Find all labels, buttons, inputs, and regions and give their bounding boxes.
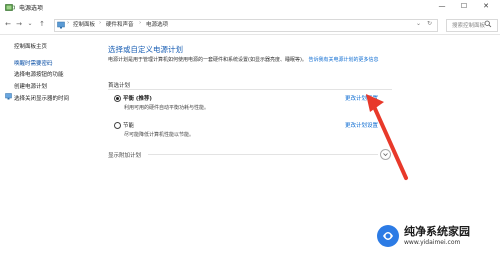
refresh-icon[interactable]: ↻	[427, 20, 432, 27]
description-text: 电源计划是用于管理计算机如何使用电源的一套硬件和系统设置(如显示器亮度、睡眠等)…	[108, 57, 307, 63]
watermark-title: 纯净系统家园	[404, 225, 470, 238]
breadcrumb-hardware-sound[interactable]: 硬件和声音	[106, 20, 134, 28]
close-button[interactable]: ✕	[478, 2, 494, 10]
power-saver-plan-radio[interactable]	[114, 122, 121, 129]
search-icon	[484, 20, 492, 28]
breadcrumb-control-panel[interactable]: 控制面板	[73, 20, 95, 28]
sidebar-item-display-off[interactable]: 选择关闭显示器的时间	[14, 94, 69, 102]
power-plan-info-link[interactable]: 告诉我有关电源计划的更多信息	[309, 57, 379, 63]
preferred-plans-label: 首选计划	[108, 83, 131, 89]
balanced-plan-description: 利用可用的硬件自动平衡功耗与性能。	[124, 105, 210, 111]
balanced-plan-radio[interactable]	[114, 95, 121, 102]
balanced-plan-name: 平衡 (推荐)	[123, 96, 152, 102]
power-saver-plan-description: 尽可能降低计算机性能以节能。	[124, 132, 195, 138]
page-title: 选择或自定义电源计划	[108, 45, 183, 54]
recent-locations-button[interactable]: ⌄	[25, 20, 35, 27]
sidebar-item-create-plan[interactable]: 创建电源计划	[14, 82, 47, 90]
watermark: 纯净系统家园 www.yidaimei.com	[376, 220, 500, 257]
forward-button[interactable]: →	[14, 20, 24, 28]
page-description: 电源计划是用于管理计算机如何使用电源的一套硬件和系统设置(如显示器亮度、睡眠等)…	[108, 56, 388, 64]
window-title: 电源选项	[19, 5, 44, 12]
back-button[interactable]: ←	[3, 20, 13, 28]
show-additional-plans-label[interactable]: 显示附加计划	[108, 151, 141, 159]
sidebar-item-control-panel-home[interactable]: 控制面板主页	[14, 42, 47, 50]
search-input[interactable]: 搜索控制面板	[452, 21, 485, 29]
watermark-logo-icon	[377, 225, 399, 247]
control-panel-icon	[57, 21, 65, 29]
monitor-icon	[5, 93, 12, 100]
watermark-url: www.yidaimei.com	[404, 239, 461, 246]
breadcrumb-separator: ›	[67, 20, 70, 26]
sidebar-item-power-buttons[interactable]: 选择电源按钮的功能	[14, 70, 64, 78]
breadcrumb-separator: ›	[139, 20, 142, 26]
annotation-arrow-icon	[366, 94, 408, 180]
title-bar	[0, 0, 500, 17]
sidebar-item-wake-password[interactable]: 唤醒时需要密码	[14, 59, 53, 67]
additional-plans-divider	[148, 154, 378, 155]
power-options-icon	[5, 4, 15, 11]
minimize-button[interactable]: —	[434, 2, 450, 10]
section-divider	[108, 89, 392, 90]
address-dropdown-icon[interactable]: ⌄	[416, 20, 421, 27]
power-saver-plan-name: 节能	[123, 123, 135, 129]
up-button[interactable]: ↑	[37, 20, 47, 28]
breadcrumb-power-options[interactable]: 电源选项	[146, 20, 168, 28]
maximize-button[interactable]: ☐	[456, 2, 472, 10]
breadcrumb-separator: ›	[99, 20, 102, 26]
